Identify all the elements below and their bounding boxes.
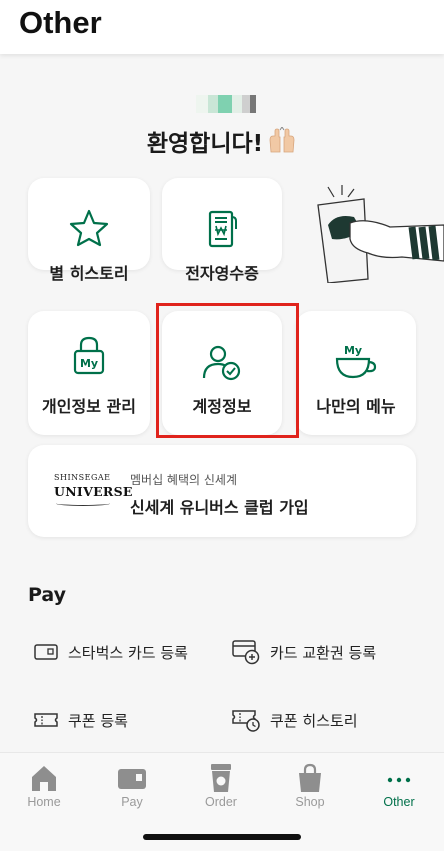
my-cup-icon: My [335, 344, 377, 379]
register-card-voucher-label: 카드 교환권 등록 [270, 643, 377, 662]
coupon-history[interactable]: 쿠폰 히스토리 [231, 706, 358, 734]
svg-text:My: My [344, 344, 362, 357]
tile-privacy-label: 개인정보 관리 [42, 397, 136, 416]
universe-title: 신세계 유니버스 클럽 가입 [130, 498, 309, 517]
nav-other-label: Other [383, 795, 415, 809]
nav-home[interactable]: Home [4, 763, 84, 809]
nav-shop[interactable]: Shop [270, 763, 350, 809]
tile-star-history[interactable]: 별 히스토리 [28, 178, 150, 283]
nav-pay[interactable]: Pay [92, 763, 172, 809]
home-icon [32, 766, 56, 791]
nav-other[interactable]: Other [359, 763, 439, 809]
star-icon [69, 209, 109, 247]
tile-star-history-label: 별 히스토리 [49, 264, 129, 283]
more-dots-icon [387, 777, 411, 783]
register-starbucks-card[interactable]: 스타벅스 카드 등록 [33, 638, 188, 666]
universe-club-banner[interactable]: SHINSEGAE UNIVERSE 멤버십 혜택의 신세계 신세계 유니버스 … [28, 445, 416, 537]
universe-logo-bottom: UNIVERSE [54, 484, 133, 499]
universe-logo-swoosh [56, 501, 110, 506]
nav-home-label: Home [27, 795, 61, 809]
home-indicator[interactable] [143, 834, 301, 840]
register-card-voucher[interactable]: 카드 교환권 등록 [231, 638, 376, 666]
coupon-icon [34, 713, 58, 727]
tile-e-receipt-label: 전자영수증 [185, 264, 259, 283]
lock-my-icon: My [73, 336, 105, 375]
highlight-box [156, 303, 299, 438]
welcome-text: 환영합니다! [146, 131, 264, 157]
pay-icon [118, 769, 146, 789]
cup-icon [211, 764, 231, 792]
tile-privacy[interactable]: My 개인정보 관리 [28, 311, 150, 435]
register-coupon-label: 쿠폰 등록 [68, 711, 128, 730]
coupon-history-icon [232, 710, 260, 732]
page-title: Other [19, 5, 102, 40]
shop-bag-icon [299, 763, 321, 792]
coupon-history-label: 쿠폰 히스토리 [270, 711, 358, 730]
universe-subtitle: 멤버십 혜택의 신세계 [130, 473, 237, 487]
tile-e-receipt[interactable]: 전자영수증 [162, 178, 282, 283]
nav-order-label: Order [205, 795, 237, 809]
raised-hands-icon [267, 126, 297, 159]
tile-my-menu[interactable]: My 나만의 메뉴 [296, 311, 416, 435]
card-icon [34, 644, 58, 660]
hand-holding-cup-illustration [317, 185, 444, 283]
nav-pay-label: Pay [121, 795, 143, 809]
welcome-message: 환영합니다! [0, 124, 444, 159]
svg-text:My: My [80, 357, 98, 370]
universe-logo-top: SHINSEGAE [54, 473, 111, 482]
pay-section-title: Pay [28, 584, 67, 606]
card-add-icon [232, 640, 260, 665]
register-coupon[interactable]: 쿠폰 등록 [33, 706, 128, 734]
nav-order[interactable]: Order [181, 763, 261, 809]
username-blurred [196, 95, 264, 113]
receipt-icon [208, 210, 237, 248]
tile-my-menu-label: 나만의 메뉴 [316, 397, 396, 416]
register-starbucks-card-label: 스타벅스 카드 등록 [68, 643, 188, 662]
nav-shop-label: Shop [295, 795, 325, 809]
top-header: Other [0, 0, 444, 54]
